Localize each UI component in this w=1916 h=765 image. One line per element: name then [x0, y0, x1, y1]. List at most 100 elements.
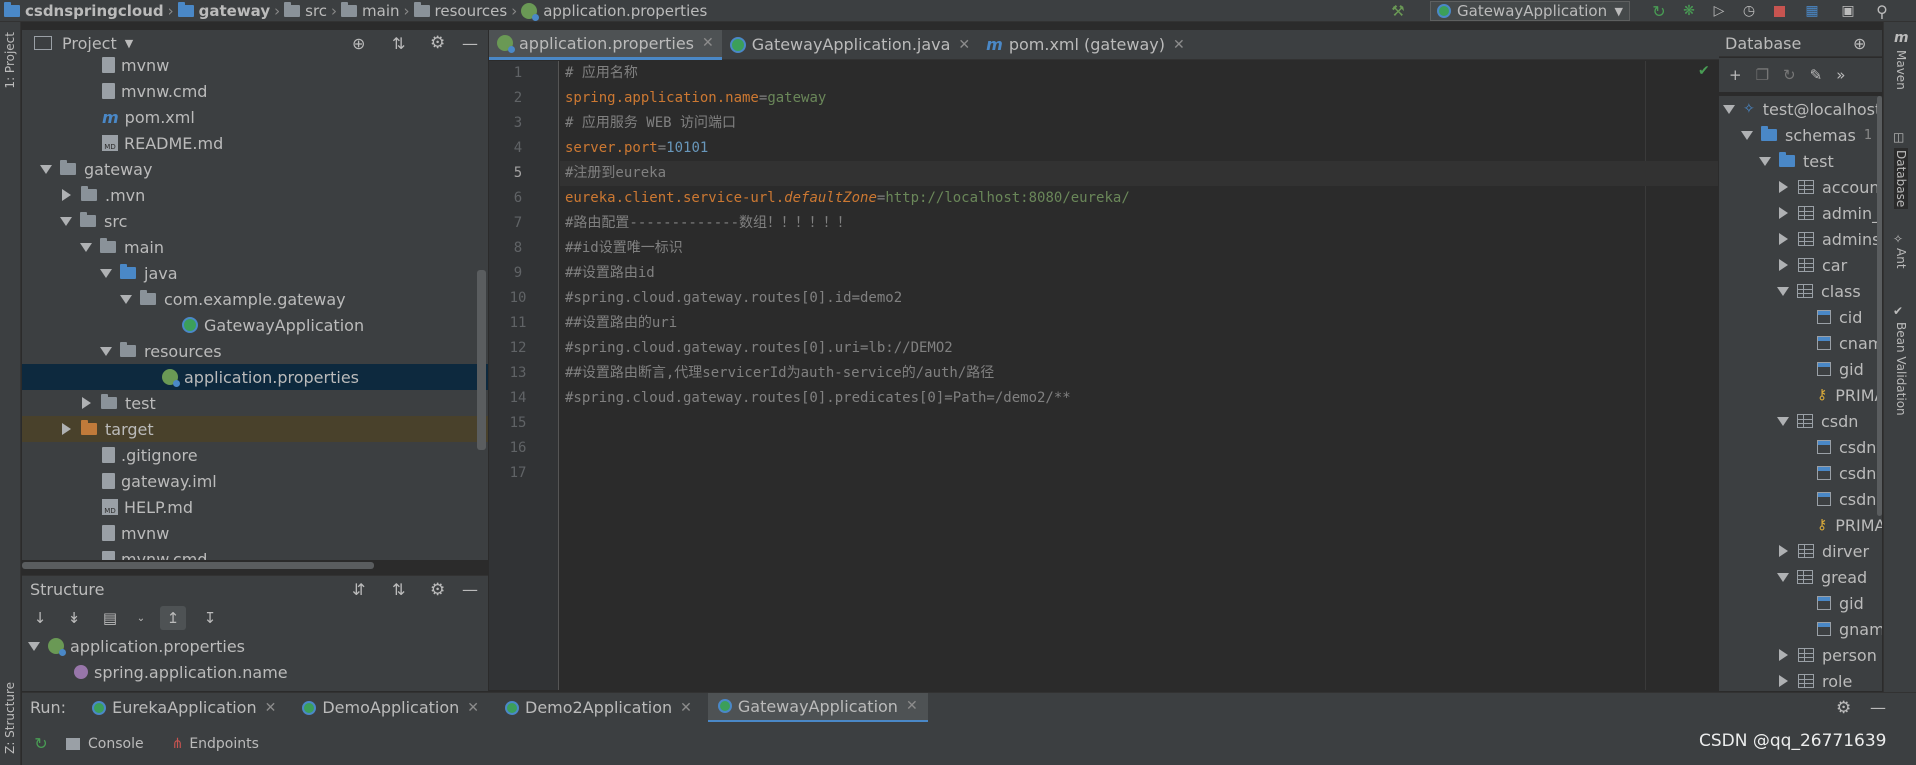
minimize-icon[interactable]: —: [462, 580, 478, 599]
collapse-arrow-icon[interactable]: [1779, 649, 1788, 661]
close-icon[interactable]: ✕: [467, 700, 479, 716]
tree-item[interactable]: main: [22, 234, 488, 260]
profile-icon[interactable]: ◷: [1734, 3, 1764, 19]
collapse-arrow-icon[interactable]: [1779, 207, 1788, 219]
tree-item[interactable]: person: [1719, 642, 1882, 668]
collapse-arrow-icon[interactable]: [62, 189, 71, 201]
collapse-all-icon[interactable]: ⇅: [392, 580, 405, 599]
tree-item[interactable]: application.properties: [22, 364, 488, 390]
gear-icon[interactable]: ⚙: [430, 33, 445, 53]
tree-item[interactable]: gid: [1719, 356, 1882, 382]
close-icon[interactable]: ✕: [265, 700, 277, 716]
code-editor[interactable]: # 应用名称 spring.application.name=gateway # 应…: [560, 61, 1718, 690]
collapse-arrow-icon[interactable]: [82, 397, 91, 409]
expand-arrow-icon[interactable]: [28, 641, 40, 651]
tree-item[interactable]: .mvn: [22, 182, 488, 208]
run-tab[interactable]: EurekaApplication ✕: [82, 693, 286, 723]
maven-tool-tab[interactable]: Maven: [1894, 50, 1908, 90]
tree-item[interactable]: schemas 1: [1719, 122, 1882, 148]
close-icon[interactable]: ✕: [680, 700, 692, 716]
project-panel-title[interactable]: Project: [62, 34, 117, 53]
run-tab[interactable]: GatewayApplication ✕: [707, 692, 928, 723]
expand-arrow-icon[interactable]: [60, 216, 72, 226]
tree-item[interactable]: admins: [1719, 226, 1882, 252]
expand-arrow-icon[interactable]: [1777, 572, 1789, 582]
layout-icon[interactable]: ▣: [1830, 3, 1866, 19]
rerun-icon[interactable]: ↻: [1644, 2, 1674, 21]
breadcrumb-item[interactable]: resources: [435, 2, 508, 20]
tree-item[interactable]: resources: [22, 338, 488, 364]
editor-tab[interactable]: application.properties ✕: [489, 29, 722, 60]
breadcrumb-item[interactable]: gateway: [199, 2, 271, 20]
breadcrumb-item[interactable]: application.properties: [543, 2, 707, 20]
tree-item[interactable]: src: [22, 208, 488, 234]
structure-item[interactable]: application.properties: [22, 633, 488, 659]
scroll-to-source-icon[interactable]: ↧: [200, 609, 220, 627]
run-tab[interactable]: DemoApplication ✕: [292, 693, 489, 723]
build-hammer-icon[interactable]: ⚒: [1386, 2, 1410, 20]
minimize-icon[interactable]: —: [462, 34, 478, 53]
coverage-icon[interactable]: ▷: [1704, 3, 1734, 19]
gear-icon[interactable]: ⚙: [1836, 698, 1851, 718]
scroll-from-source-icon[interactable]: ↥: [160, 606, 186, 630]
refresh-icon[interactable]: ↻: [1783, 66, 1796, 84]
tree-item[interactable]: admin_: [1719, 200, 1882, 226]
collapse-arrow-icon[interactable]: [1779, 259, 1788, 271]
tree-item[interactable]: test: [22, 390, 488, 416]
collapse-arrow-icon[interactable]: [1779, 675, 1788, 687]
tree-item[interactable]: role: [1719, 668, 1882, 691]
tree-item[interactable]: mvnw: [22, 52, 488, 78]
tree-item[interactable]: MD README.md: [22, 130, 488, 156]
tree-item[interactable]: csdn: [1719, 460, 1882, 486]
tree-item[interactable]: csdn: [1719, 486, 1882, 512]
editor-tab[interactable]: m pom.xml (gateway) ✕: [978, 30, 1193, 60]
tree-item[interactable]: gread: [1719, 564, 1882, 590]
breadcrumb-item[interactable]: src: [305, 2, 327, 20]
tree-item[interactable]: car: [1719, 252, 1882, 278]
collapse-arrow-icon[interactable]: [62, 423, 71, 435]
tree-item[interactable]: java: [22, 260, 488, 286]
search-icon[interactable]: ⚲: [1866, 2, 1898, 21]
locate-target-icon[interactable]: ⊕: [352, 34, 365, 53]
tree-item[interactable]: gateway.iml: [22, 468, 488, 494]
tree-item[interactable]: ⚷ PRIMARY: [1719, 382, 1882, 408]
tree-item[interactable]: class: [1719, 278, 1882, 304]
expand-arrow-icon[interactable]: [120, 294, 132, 304]
sort-visibility-icon[interactable]: ↡: [64, 609, 84, 627]
tree-item[interactable]: csdn: [1719, 408, 1882, 434]
expand-arrow-icon[interactable]: [1741, 130, 1753, 140]
dropdown-icon[interactable]: ⌄: [136, 613, 146, 624]
endpoints-tab[interactable]: ⋔ Endpoints: [172, 736, 259, 752]
tree-item[interactable]: cname: [1719, 330, 1882, 356]
expand-arrow-icon[interactable]: [1777, 416, 1789, 426]
sort-alpha-icon[interactable]: ↓: [30, 609, 50, 627]
tree-item[interactable]: ✧ test@localhost: [1719, 96, 1882, 122]
project-tree-scrollbar[interactable]: [477, 270, 486, 450]
locate-target-icon[interactable]: ⊕: [1853, 34, 1866, 53]
editor-tab[interactable]: GatewayApplication.java ✕: [722, 30, 978, 60]
gear-icon[interactable]: ⚙: [430, 580, 445, 600]
collapse-arrow-icon[interactable]: [1779, 233, 1788, 245]
close-icon[interactable]: ✕: [1173, 37, 1185, 53]
console-tab[interactable]: Console: [66, 736, 144, 752]
tree-item[interactable]: dirver: [1719, 538, 1882, 564]
structure-tool-tab[interactable]: Z: Structure: [3, 682, 17, 754]
structure-item[interactable]: spring.application.name: [22, 659, 488, 685]
tree-item[interactable]: mvnw.cmd: [22, 78, 488, 104]
project-structure-icon[interactable]: ▦: [1794, 3, 1830, 19]
group-icon[interactable]: ▤: [98, 609, 122, 627]
expand-all-icon[interactable]: ⇵: [352, 580, 365, 599]
tree-item[interactable]: test: [1719, 148, 1882, 174]
tree-item[interactable]: gname: [1719, 616, 1882, 642]
database-tool-tab[interactable]: Database: [1894, 148, 1908, 210]
project-tree-hscrollbar[interactable]: [22, 562, 374, 569]
minimize-icon[interactable]: —: [1870, 698, 1886, 717]
collapse-all-icon[interactable]: ⇅: [392, 34, 405, 53]
run-config-select[interactable]: GatewayApplication ▼: [1430, 1, 1630, 21]
expand-arrow-icon[interactable]: [1759, 156, 1771, 166]
close-icon[interactable]: ✕: [702, 35, 714, 51]
tree-item[interactable]: ⚷ PRIMARY: [1719, 512, 1882, 538]
stop-icon[interactable]: [1764, 5, 1794, 17]
tree-item[interactable]: m pom.xml: [22, 104, 488, 130]
breadcrumb-item[interactable]: csdnspringcloud: [25, 2, 164, 20]
